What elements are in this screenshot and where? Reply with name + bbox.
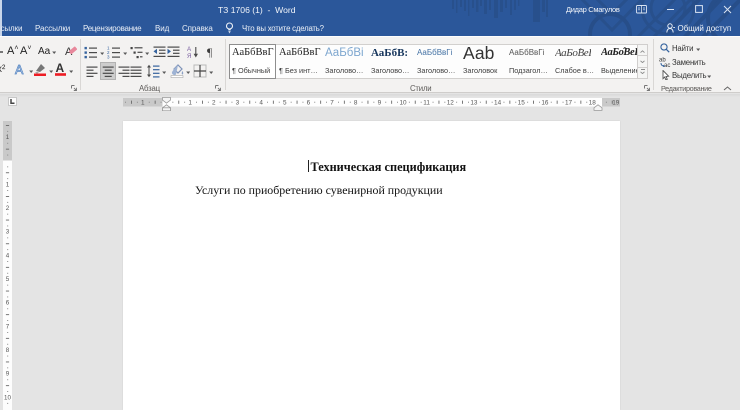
svg-text:15: 15 bbox=[518, 99, 526, 106]
svg-text:9: 9 bbox=[378, 99, 382, 106]
svg-text:11: 11 bbox=[423, 99, 430, 106]
svg-text:6: 6 bbox=[6, 300, 10, 307]
svg-text:3: 3 bbox=[6, 229, 10, 236]
svg-text:1: 1 bbox=[188, 99, 192, 106]
svg-text:8: 8 bbox=[354, 99, 358, 106]
svg-text:А: А bbox=[187, 46, 192, 53]
svg-text:9: 9 bbox=[6, 371, 10, 378]
svg-text:13: 13 bbox=[470, 99, 478, 106]
svg-text:1: 1 bbox=[6, 134, 10, 141]
svg-text:3: 3 bbox=[236, 99, 240, 106]
svg-text:16: 16 bbox=[541, 99, 549, 106]
svg-text:А: А bbox=[56, 61, 65, 75]
svg-text:17: 17 bbox=[565, 99, 573, 106]
svg-text:2: 2 bbox=[212, 99, 216, 106]
svg-text:14: 14 bbox=[494, 99, 502, 106]
svg-text:1: 1 bbox=[6, 182, 10, 189]
svg-text:8: 8 bbox=[6, 347, 10, 354]
svg-text:2: 2 bbox=[6, 205, 10, 212]
svg-text:4: 4 bbox=[259, 99, 263, 106]
svg-text:5: 5 bbox=[283, 99, 287, 106]
svg-text:10: 10 bbox=[4, 394, 11, 401]
svg-text:10: 10 bbox=[399, 99, 407, 106]
svg-text:¶: ¶ bbox=[207, 47, 213, 59]
svg-text:7: 7 bbox=[6, 323, 10, 330]
svg-text:1: 1 bbox=[141, 99, 145, 106]
svg-text:4: 4 bbox=[6, 252, 10, 259]
svg-text:12: 12 bbox=[447, 99, 455, 106]
svg-text:3: 3 bbox=[107, 54, 110, 59]
svg-text:Я: Я bbox=[187, 53, 191, 59]
svg-text:6: 6 bbox=[307, 99, 311, 106]
svg-text:18: 18 bbox=[589, 99, 597, 106]
svg-text:А: А bbox=[15, 63, 24, 76]
svg-text:5: 5 bbox=[6, 276, 10, 283]
svg-text:19: 19 bbox=[612, 99, 620, 106]
svg-text:ac: ac bbox=[664, 63, 670, 67]
svg-text:7: 7 bbox=[330, 99, 334, 106]
